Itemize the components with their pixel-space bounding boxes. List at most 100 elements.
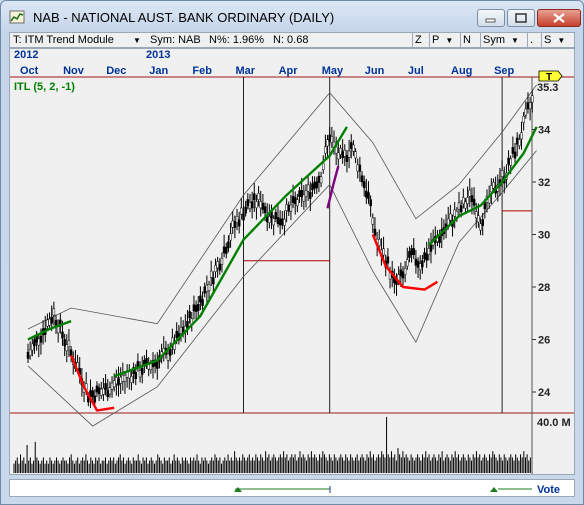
- price-candle: [242, 213, 245, 221]
- horizontal-scrollbar[interactable]: Vote: [9, 479, 575, 497]
- module-label: T: ITM Trend Module: [13, 34, 114, 46]
- price-candle: [509, 158, 512, 166]
- ma-purple-line: [326, 165, 340, 209]
- vote-marker-icon: [490, 487, 498, 492]
- price-candle: [246, 199, 250, 207]
- maximize-icon: [515, 13, 527, 23]
- y-tick-label: 26: [538, 335, 550, 347]
- price-candle: [513, 151, 517, 159]
- price-candle: [399, 269, 403, 277]
- price-candle: [121, 374, 125, 382]
- n-info: N: 0.68: [273, 34, 309, 46]
- price-candle: [229, 233, 232, 241]
- price-candle: [474, 211, 478, 219]
- price-candle: [429, 244, 433, 252]
- year-label-2013: 2013: [146, 49, 170, 61]
- minimize-icon: [485, 18, 496, 23]
- n-button[interactable]: N: [460, 33, 478, 47]
- price-candle: [418, 263, 422, 271]
- price-candle: [106, 390, 109, 398]
- price-candle: [324, 146, 327, 154]
- dot-button[interactable]: .: [527, 33, 542, 47]
- chart-area[interactable]: 2012 2013 ITL (5, 2, -1) 35.3 T 40.0 M O…: [9, 48, 575, 475]
- month-label-jul: Jul: [408, 65, 424, 77]
- y-tick-label: 34: [538, 125, 551, 137]
- scrollbar-track[interactable]: Vote: [10, 480, 574, 496]
- price-candle: [464, 201, 467, 209]
- price-candle: [276, 217, 280, 224]
- price-candle: [347, 150, 351, 158]
- minimize-button[interactable]: [477, 9, 505, 27]
- price-candle: [358, 164, 362, 172]
- price-candle: [199, 295, 202, 303]
- price-candle: [520, 132, 523, 140]
- price-candle: [298, 190, 301, 197]
- price-candle: [216, 261, 219, 269]
- price-candle: [479, 223, 482, 231]
- price-candle: [112, 380, 116, 388]
- price-candle: [511, 147, 515, 154]
- month-label-nov: Nov: [63, 65, 85, 77]
- price-candle: [522, 116, 525, 123]
- price-candle: [186, 321, 189, 328]
- price-candle: [149, 363, 153, 371]
- vote-label: Vote: [537, 484, 560, 496]
- lower-band-line: [27, 150, 537, 427]
- price-candle: [134, 372, 137, 379]
- price-candle: [102, 387, 105, 395]
- title-bar[interactable]: NAB - NATIONAL AUST. BANK ORDINARY (DAIL…: [1, 1, 583, 33]
- month-label-may: May: [322, 65, 344, 77]
- s-dropdown[interactable]: S ▼: [541, 33, 574, 47]
- module-dropdown[interactable]: T: ITM Trend Module ▼: [13, 34, 143, 47]
- price-flag-label: T: [546, 72, 552, 83]
- price-candle: [321, 163, 325, 170]
- percent-info: N%: 1.96%: [209, 34, 265, 46]
- price-candle: [67, 340, 71, 347]
- price-candle: [457, 202, 461, 210]
- price-candle: [278, 218, 282, 226]
- price-candle: [203, 286, 206, 294]
- price-candle: [339, 148, 342, 155]
- price-candle: [524, 108, 528, 116]
- price-candle: [26, 351, 30, 359]
- period-dropdown[interactable]: P ▼: [429, 33, 458, 47]
- price-candle: [222, 246, 226, 254]
- month-label-sep: Sep: [494, 65, 514, 77]
- n-button-label: N: [463, 34, 471, 46]
- price-candle: [50, 316, 53, 324]
- month-label-oct: Oct: [20, 65, 39, 77]
- toolbar: T: ITM Trend Module ▼ Sym: NAB N%: 1.96%…: [9, 32, 575, 48]
- price-candle: [231, 220, 234, 228]
- price-candle: [168, 348, 172, 356]
- window-title: NAB - NATIONAL AUST. BANK ORDINARY (DAIL…: [33, 10, 335, 25]
- price-candle: [196, 304, 200, 311]
- price-candle: [31, 343, 34, 351]
- price-chart[interactable]: 2012 2013 ITL (5, 2, -1) 35.3 T 40.0 M O…: [10, 49, 574, 474]
- price-candle: [166, 353, 170, 361]
- close-button[interactable]: [537, 9, 581, 27]
- price-candle: [302, 194, 306, 202]
- price-candle: [209, 270, 213, 278]
- price-candle: [328, 134, 331, 142]
- month-label-dec: Dec: [106, 65, 126, 77]
- month-label-jun: Jun: [365, 65, 385, 77]
- sym-dropdown[interactable]: Sym ▼: [480, 33, 525, 47]
- year-label-2012: 2012: [14, 49, 38, 61]
- maximize-button[interactable]: [507, 9, 535, 27]
- price-candle: [319, 176, 323, 184]
- price-candle: [360, 175, 364, 183]
- price-candle: [459, 205, 463, 213]
- price-candle: [56, 326, 60, 334]
- price-candle: [365, 190, 368, 198]
- chart-app-icon: [9, 10, 25, 24]
- price-candle: [416, 260, 420, 268]
- price-candle: [108, 387, 112, 395]
- price-candle: [272, 218, 275, 226]
- sym-button-label: Sym: [483, 34, 505, 46]
- price-candle: [188, 311, 191, 319]
- price-candle: [490, 185, 493, 193]
- price-candle: [253, 193, 256, 201]
- price-candle: [250, 201, 254, 209]
- price-candle: [403, 267, 407, 275]
- price-candle: [283, 218, 286, 226]
